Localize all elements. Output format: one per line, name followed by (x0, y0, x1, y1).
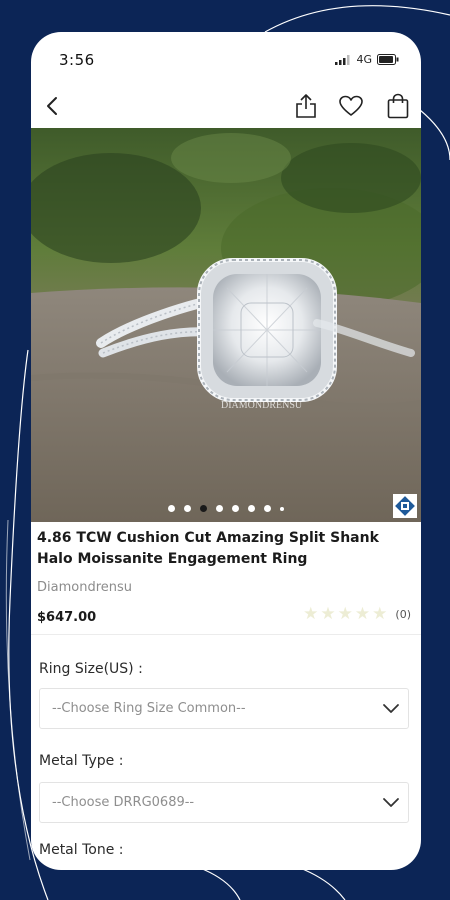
product-image-carousel[interactable]: DIAMONDRENSU (31, 128, 421, 522)
share-button[interactable] (290, 90, 322, 122)
brand-logo-badge (393, 494, 417, 518)
phone-screen: 3:56 4G DIAMONDRENSU 4.86 TCW Cushion Cu… (31, 32, 421, 870)
product-title: 4.86 TCW Cushion Cut Amazing Split Shank… (37, 530, 379, 567)
metal-type-label: Metal Type : (39, 753, 124, 769)
rating-count: (0) (395, 608, 411, 621)
star-icon: ★ (303, 604, 319, 624)
star-icon: ★ (337, 604, 353, 624)
carousel-dot[interactable] (184, 505, 191, 512)
carousel-dot[interactable] (232, 505, 239, 512)
back-button[interactable] (36, 90, 68, 122)
app-bar (31, 84, 421, 128)
share-icon (296, 94, 316, 118)
ring-size-placeholder: --Choose Ring Size Common-- (52, 701, 246, 716)
carousel-dot[interactable] (248, 505, 255, 512)
battery-icon (377, 54, 399, 65)
carousel-dot[interactable] (216, 505, 223, 512)
metal-type-select[interactable]: --Choose DRRG0689-- (39, 782, 409, 823)
carousel-dot[interactable] (200, 505, 207, 512)
heart-icon (339, 95, 363, 116)
star-icon: ★ (320, 604, 336, 624)
image-watermark: DIAMONDRENSU (221, 400, 303, 411)
status-bar: 3:56 4G (31, 32, 421, 84)
divider (31, 634, 421, 635)
product-price: $647.00 (37, 610, 97, 625)
status-time: 3:56 (59, 51, 95, 69)
signal-icon (335, 54, 350, 65)
brand-logo-icon (395, 496, 415, 516)
cart-button[interactable] (382, 90, 414, 122)
ring-size-label: Ring Size(US) : (39, 661, 143, 677)
carousel-dot[interactable] (280, 506, 284, 511)
chevron-left-icon (47, 97, 57, 115)
carousel-dots (31, 505, 421, 512)
chevron-down-icon (383, 798, 399, 807)
star-icon: ★ (372, 604, 388, 624)
star-icon: ★ (354, 604, 371, 624)
metal-tone-label: Metal Tone : (39, 842, 124, 858)
network-label: 4G (356, 53, 372, 66)
chevron-down-icon (383, 704, 399, 713)
product-brand[interactable]: Diamondrensu (37, 580, 132, 595)
status-indicators: 4G (335, 53, 399, 66)
product-rating[interactable]: ★ ★ ★ ★ ★ (0) (303, 606, 411, 623)
shopping-bag-icon (387, 93, 409, 119)
carousel-dot[interactable] (264, 505, 271, 512)
product-image: DIAMONDRENSU (31, 128, 421, 522)
ring-size-select[interactable]: --Choose Ring Size Common-- (39, 688, 409, 729)
wishlist-button[interactable] (335, 90, 367, 122)
metal-type-placeholder: --Choose DRRG0689-- (52, 795, 195, 810)
carousel-dot[interactable] (168, 505, 175, 512)
